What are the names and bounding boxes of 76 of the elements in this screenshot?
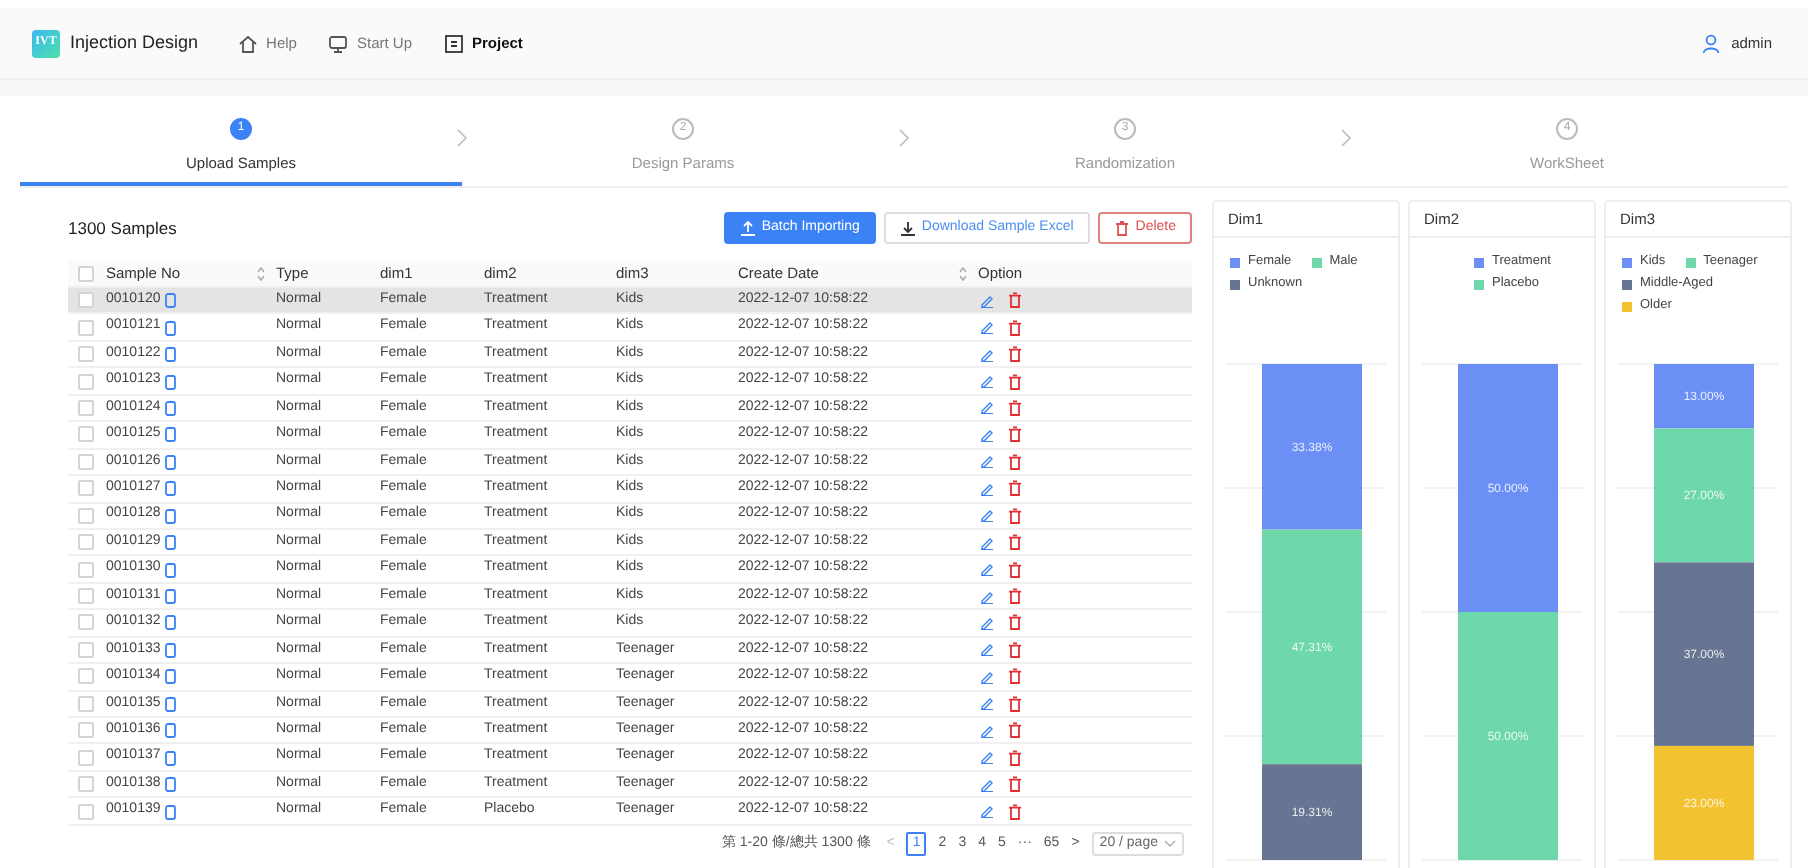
pencil-icon [980, 320, 994, 335]
pencil-icon [980, 508, 994, 523]
pencil-icon [980, 615, 994, 630]
pencil-icon [980, 293, 994, 308]
checkbox[interactable] [78, 265, 94, 281]
trash-icon [1008, 588, 1022, 605]
checkbox[interactable] [78, 722, 94, 739]
trash-icon [1008, 561, 1022, 578]
trash-icon [1008, 749, 1022, 766]
house-icon [238, 33, 259, 53]
pencil-icon [980, 427, 994, 442]
user-icon [1701, 33, 1720, 53]
trash-icon [1008, 668, 1022, 685]
chevron-icon [456, 128, 468, 148]
trash-icon [1008, 695, 1022, 712]
chevron-icon [898, 128, 910, 148]
trash-icon [1008, 399, 1022, 416]
checkbox[interactable] [78, 426, 94, 443]
checkbox[interactable] [78, 453, 94, 470]
chevron-icon [1340, 128, 1352, 148]
checkbox[interactable] [78, 346, 94, 363]
trash-icon [1008, 292, 1022, 309]
sort-icon [256, 265, 266, 281]
checkbox[interactable] [78, 695, 94, 712]
pencil-icon [980, 562, 994, 577]
checkbox[interactable] [78, 803, 94, 820]
trash-icon [1008, 803, 1022, 820]
trash-icon [1113, 220, 1130, 236]
checkbox[interactable] [78, 561, 94, 578]
pencil-icon [980, 723, 994, 738]
download-icon [899, 220, 916, 236]
pencil-icon [980, 750, 994, 765]
checkbox[interactable] [78, 668, 94, 685]
trash-icon [1008, 534, 1022, 551]
pencil-icon [980, 454, 994, 469]
trash-icon [1008, 480, 1022, 497]
pencil-icon [980, 400, 994, 415]
trash-icon [1008, 776, 1022, 793]
pencil-icon [980, 347, 994, 362]
trash-icon [1008, 722, 1022, 739]
pencil-icon [980, 374, 994, 389]
trash-icon [1008, 319, 1022, 336]
app-title: Injection Design [70, 29, 199, 56]
pencil-icon [980, 481, 994, 496]
trash-icon [1008, 614, 1022, 631]
checkbox[interactable] [78, 507, 94, 524]
checkbox[interactable] [78, 749, 94, 766]
trash-icon [1008, 641, 1022, 658]
checkbox[interactable] [78, 399, 94, 416]
checkbox[interactable] [78, 588, 94, 605]
pencil-icon [980, 696, 994, 711]
sort-icon [958, 265, 968, 281]
panel-title: 1300 Samples [68, 215, 177, 241]
checkbox[interactable] [78, 614, 94, 631]
checkbox[interactable] [78, 292, 94, 309]
checkbox[interactable] [78, 534, 94, 551]
pencil-icon [980, 804, 994, 819]
checkbox[interactable] [78, 480, 94, 497]
pencil-icon [980, 535, 994, 550]
trash-icon [1008, 453, 1022, 470]
pencil-icon [980, 777, 994, 792]
caret-icon [1164, 840, 1176, 848]
checkbox[interactable] [78, 319, 94, 336]
monitor-icon [328, 33, 349, 53]
pencil-icon [980, 669, 994, 684]
checkbox[interactable] [78, 641, 94, 658]
checkbox[interactable] [78, 373, 94, 390]
trash-icon [1008, 426, 1022, 443]
upload-icon [739, 220, 756, 236]
pencil-icon [980, 642, 994, 657]
trash-icon [1008, 373, 1022, 390]
pencil-icon [980, 589, 994, 604]
trash-icon [1008, 507, 1022, 524]
trash-icon [1008, 346, 1022, 363]
document-icon [444, 33, 464, 53]
checkbox[interactable] [78, 776, 94, 793]
